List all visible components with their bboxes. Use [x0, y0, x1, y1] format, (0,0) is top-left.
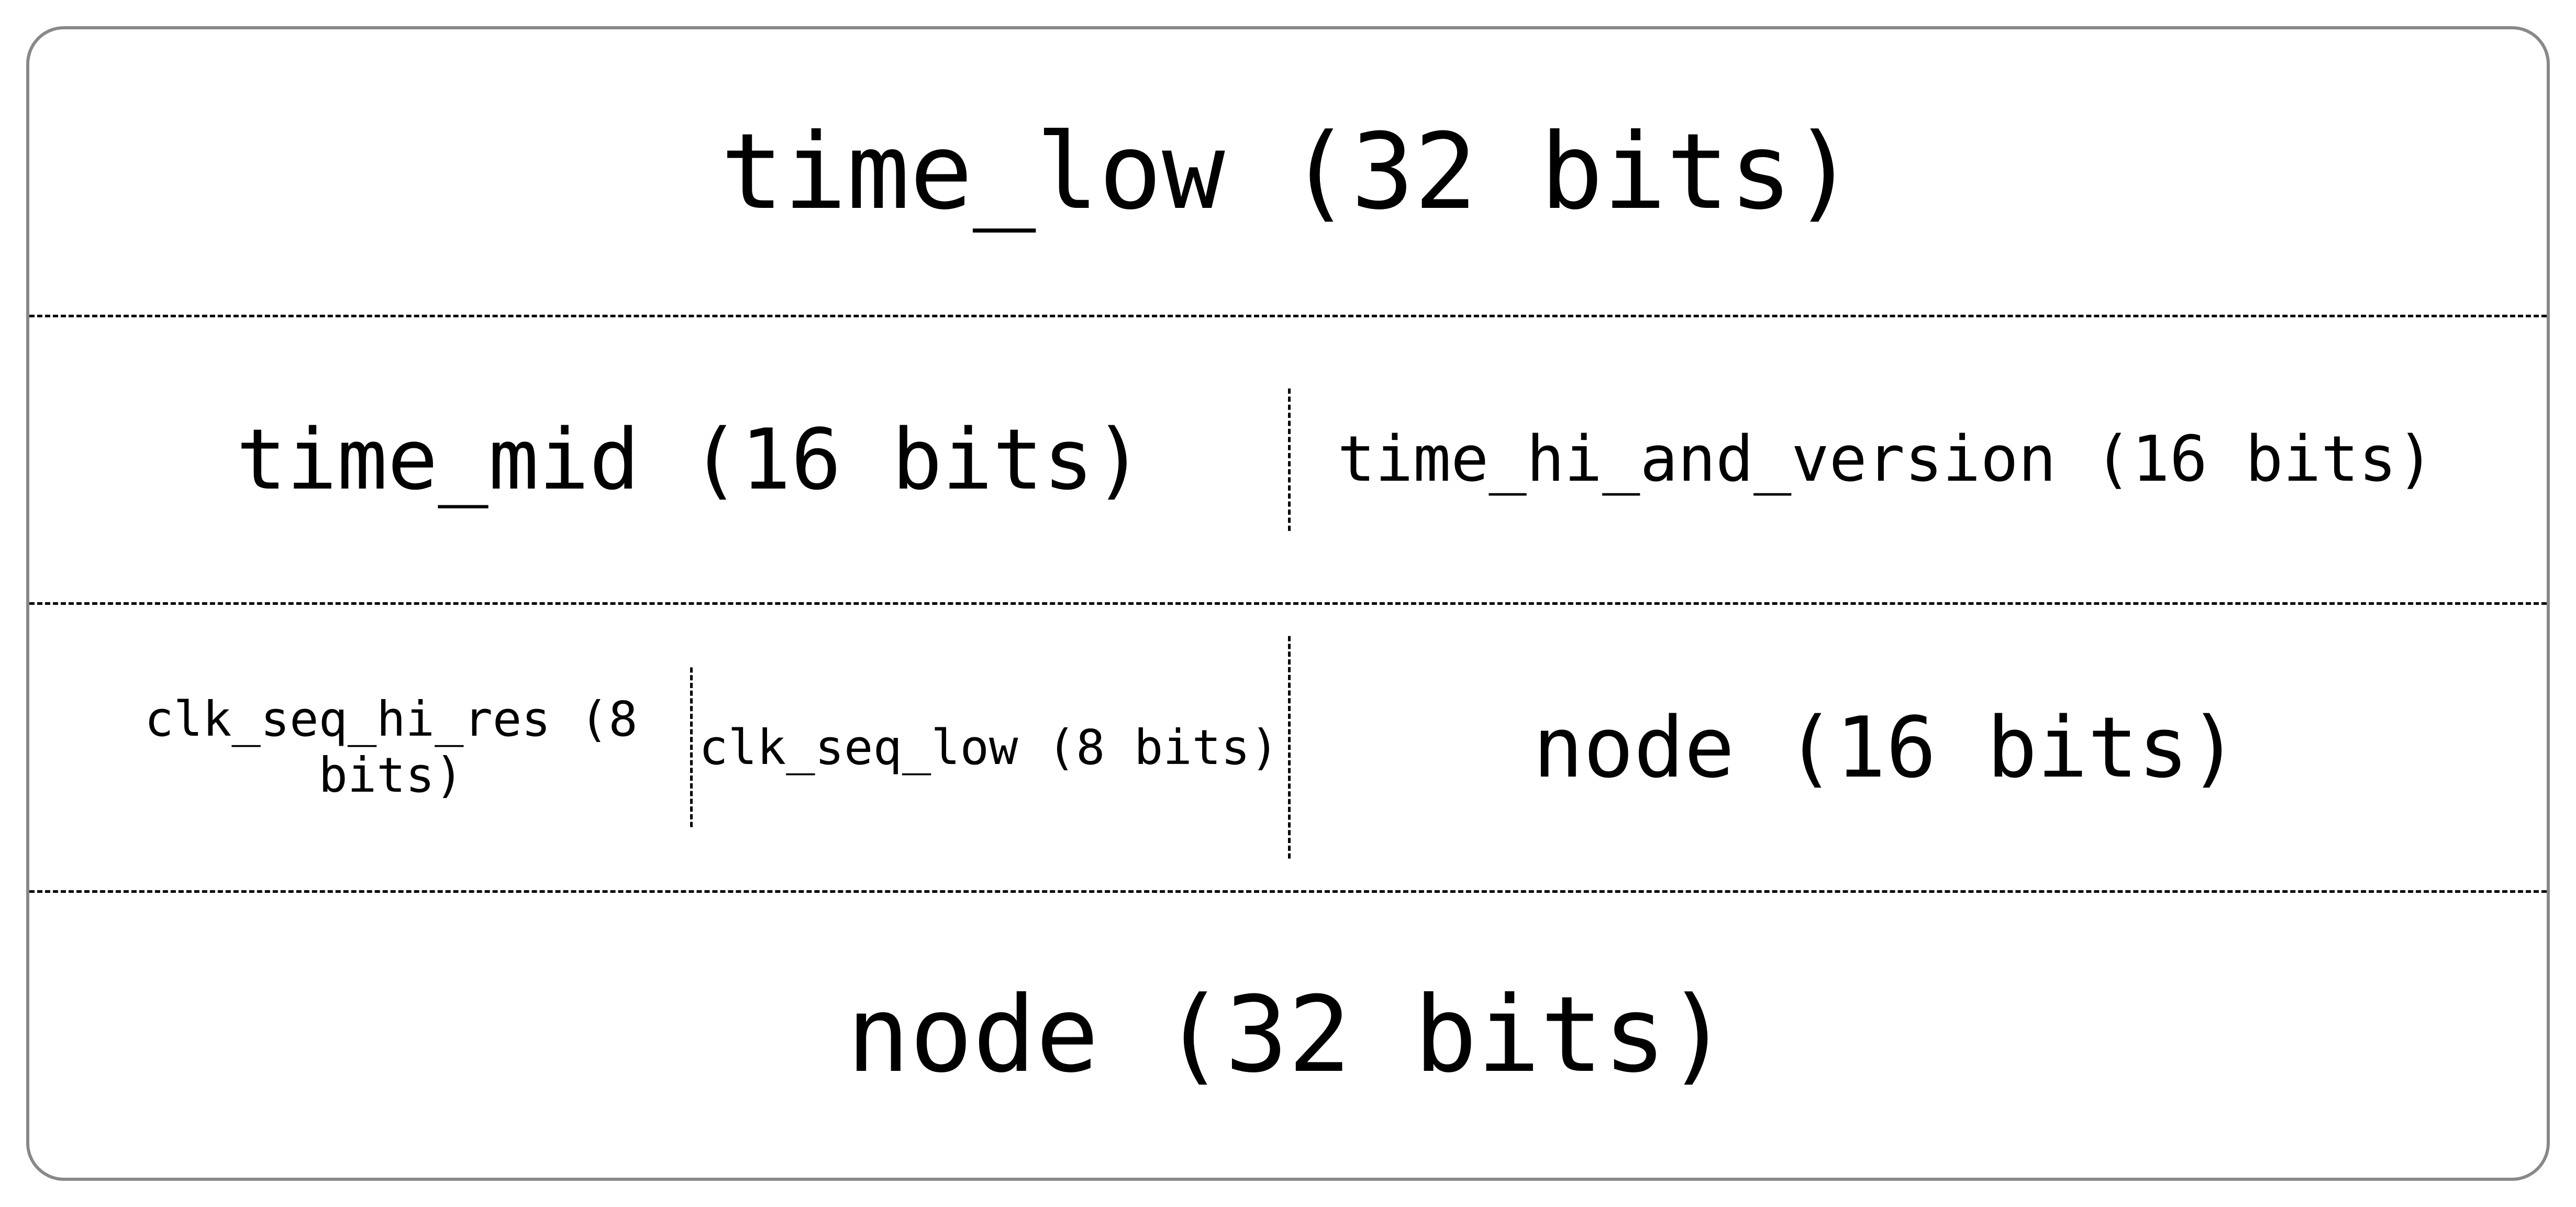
node-upper-group: node (16 bits)	[1288, 605, 2484, 890]
field-node-upper: node (16 bits)	[1288, 605, 2484, 890]
row-time-low: time_low (32 bits)	[29, 29, 2547, 315]
row-clk-seq-node: clk_seq_hi_res (8 bits) clk_seq_low (8 b…	[29, 602, 2547, 890]
uuid-layout-frame: time_low (32 bits) time_mid (16 bits) ti…	[26, 26, 2550, 1181]
field-node-lower: node (32 bits)	[92, 893, 2484, 1178]
field-time-mid: time_mid (16 bits)	[92, 317, 1288, 603]
field-label: time_low (32 bits)	[720, 111, 1855, 233]
field-time-hi-and-version: time_hi_and_version (16 bits)	[1288, 317, 2484, 603]
field-clk-seq-low: clk_seq_low (8 bits)	[690, 605, 1288, 890]
vertical-divider	[690, 668, 693, 827]
field-clk-seq-hi-res: clk_seq_hi_res (8 bits)	[92, 605, 690, 890]
field-time-low: time_low (32 bits)	[92, 29, 2484, 315]
field-label: node (32 bits)	[847, 974, 1729, 1096]
field-label: node (16 bits)	[1533, 699, 2239, 796]
clk-seq-group: clk_seq_hi_res (8 bits) clk_seq_low (8 b…	[92, 605, 1288, 890]
vertical-divider	[1288, 636, 1291, 859]
field-label: time_hi_and_version (16 bits)	[1337, 423, 2434, 496]
vertical-divider	[1288, 389, 1291, 531]
field-label: time_mid (16 bits)	[236, 411, 1144, 508]
row-time-mid-hi: time_mid (16 bits) time_hi_and_version (…	[29, 315, 2547, 603]
field-label: clk_seq_hi_res (8 bits)	[92, 691, 690, 803]
row-node-lower: node (32 bits)	[29, 890, 2547, 1178]
field-label: clk_seq_low (8 bits)	[699, 719, 1279, 776]
